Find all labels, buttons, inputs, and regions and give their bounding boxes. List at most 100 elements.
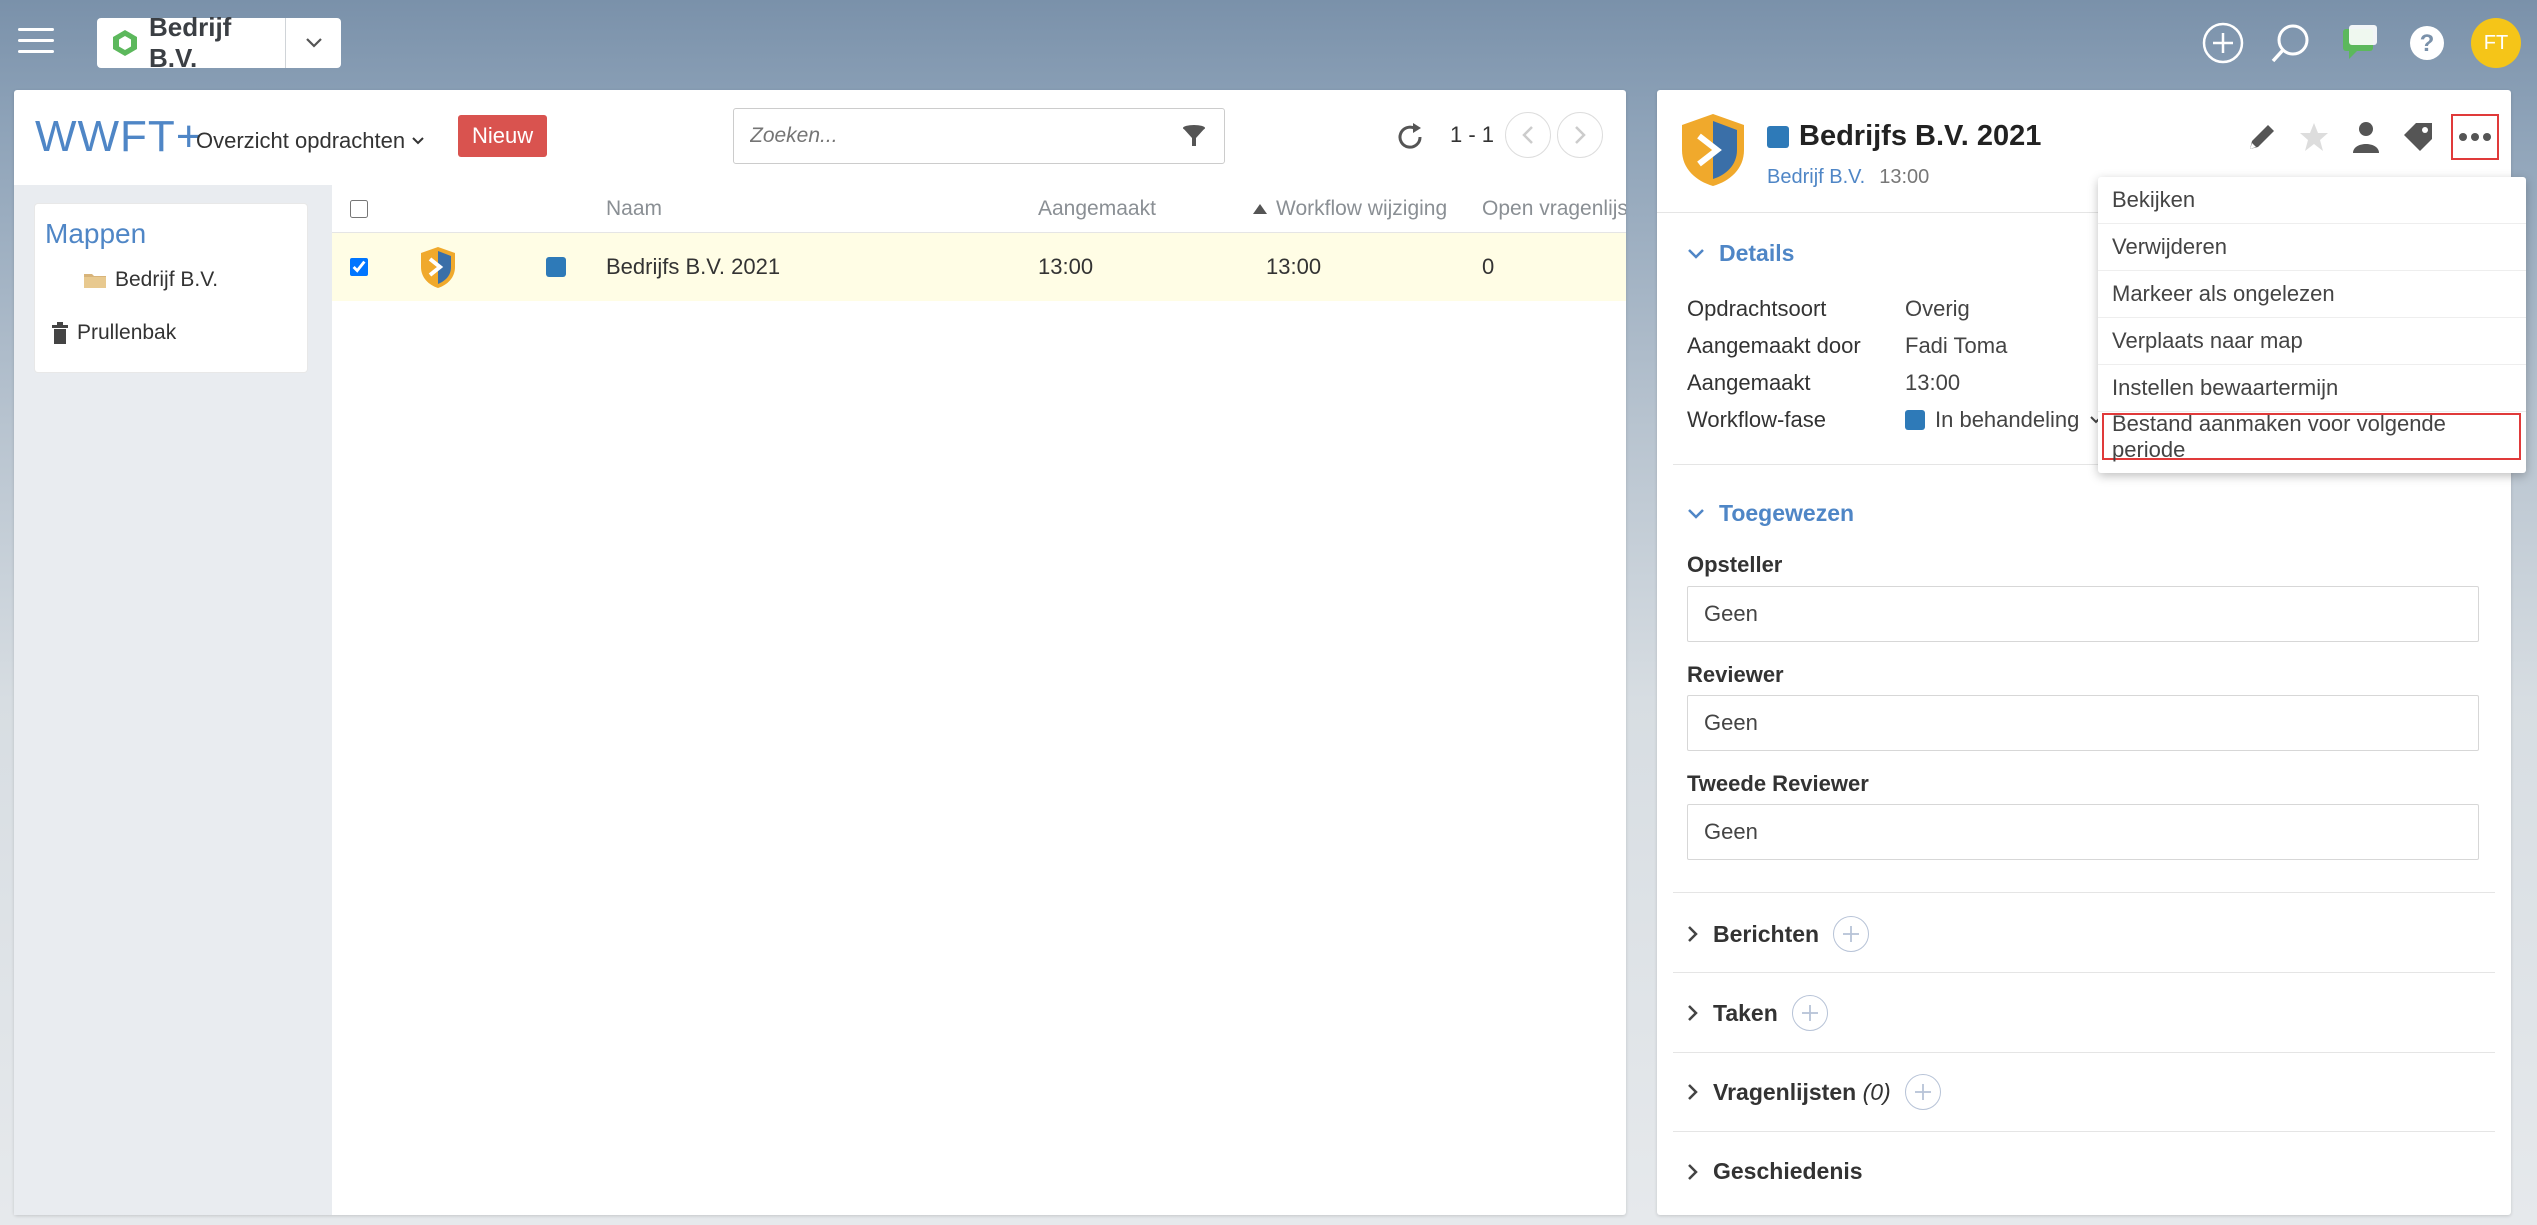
type-value: Overig	[1905, 295, 1970, 321]
detail-title: Bedrijfs B.V. 2021	[1767, 120, 2041, 153]
top-bar: Bedrijf B.V. ? FT	[0, 0, 2537, 88]
view-name: Overzicht opdrachten	[196, 128, 406, 153]
more-options-button[interactable]	[2451, 114, 2499, 160]
row-workflow-change: 13:00	[1266, 254, 1322, 279]
app-title: WWFT+	[35, 112, 203, 161]
details-header: Details	[1719, 240, 1795, 266]
search-input[interactable]	[734, 124, 1174, 148]
folder-item[interactable]: Bedrijf B.V.	[83, 268, 218, 292]
filter-icon[interactable]	[1174, 124, 1214, 148]
chevron-down-icon[interactable]	[285, 18, 341, 68]
details-grid: Opdrachtsoort Overig Aangemaakt door Fad…	[1687, 290, 2103, 438]
view-selector[interactable]: Overzicht opdrachten	[196, 128, 425, 154]
star-icon[interactable]	[2295, 115, 2333, 159]
questionnaires-section-toggle[interactable]: Vragenlijsten (0)	[1687, 1074, 1941, 1110]
status-badge	[1767, 125, 1789, 148]
created-value: 13:00	[1905, 369, 1961, 395]
assigned-section-toggle[interactable]: Toegewezen	[1687, 500, 1854, 527]
divider	[1673, 892, 2495, 893]
created-by-value: Fadi Toma	[1905, 332, 2008, 358]
folders-title: Mappen	[45, 218, 147, 249]
menu-item-retention-period[interactable]: Instellen bewaartermijn	[2098, 365, 2526, 412]
chevron-right-icon	[1688, 1163, 1698, 1180]
divider	[1673, 972, 2495, 973]
status-badge	[546, 257, 566, 277]
trash-label: Prullenbak	[77, 321, 177, 344]
company-link[interactable]: Bedrijf B.V.	[1767, 166, 1865, 189]
next-page-button[interactable]	[1557, 112, 1603, 158]
detail-actions	[2243, 114, 2499, 160]
table-row[interactable]: Bedrijfs B.V. 2021 13:00 13:00 0	[332, 233, 1626, 301]
add-message-button[interactable]	[1833, 916, 1870, 952]
menu-item-delete[interactable]: Verwijderen	[2098, 224, 2526, 271]
questionnaires-label: Vragenlijsten (0)	[1713, 1079, 1891, 1106]
search-box	[733, 108, 1225, 164]
messages-section-toggle[interactable]: Berichten	[1687, 916, 1870, 952]
assignments-table: Naam Aangemaakt Workflow wijziging Open …	[332, 185, 1626, 1215]
trash-item[interactable]: Prullenbak	[51, 321, 176, 345]
edit-pencil-icon[interactable]	[2243, 115, 2281, 159]
preparer-field[interactable]: Geen	[1687, 586, 2479, 642]
list-panel: WWFT+ Overzicht opdrachten Nieuw 1 - 1 M…	[14, 90, 1626, 1215]
wwft-shield-icon	[1682, 114, 1744, 186]
chevron-right-icon	[1688, 1005, 1698, 1021]
created-label: Aangemaakt	[1687, 369, 1811, 395]
more-options-menu: Bekijken Verwijderen Markeer als ongelez…	[2098, 177, 2526, 473]
tag-icon[interactable]	[2399, 115, 2437, 159]
tasks-section-toggle[interactable]: Taken	[1687, 995, 1828, 1031]
phase-selector[interactable]: In behandeling	[1905, 407, 2103, 433]
row-created: 13:00	[1038, 254, 1094, 279]
row-checkbox[interactable]	[350, 258, 368, 276]
column-workflow-change-label: Workflow wijziging	[1276, 196, 1448, 220]
divider	[1673, 1131, 2495, 1132]
add-task-button[interactable]	[1791, 995, 1828, 1031]
avatar[interactable]: FT	[2471, 18, 2521, 68]
second-reviewer-field[interactable]: Geen	[1687, 804, 2479, 860]
refresh-icon[interactable]	[1393, 120, 1427, 154]
phase-value: In behandeling	[1935, 406, 2080, 432]
questionnaires-label-text: Vragenlijsten	[1713, 1078, 1857, 1105]
chevron-down-icon	[1688, 508, 1704, 519]
previous-page-button[interactable]	[1505, 112, 1551, 158]
menu-item-create-next-period[interactable]: Bestand aanmaken voor volgende periode	[2102, 411, 2521, 462]
second-reviewer-label: Tweede Reviewer	[1687, 771, 1869, 796]
assigned-header: Toegewezen	[1719, 500, 1855, 526]
plus-circle-icon[interactable]	[2199, 19, 2247, 67]
questionnaires-count: (0)	[1862, 1078, 1891, 1105]
detail-subtitle: Bedrijf B.V. 13:00	[1767, 166, 1929, 189]
wwft-shield-icon	[418, 233, 458, 301]
reviewer-field[interactable]: Geen	[1687, 695, 2479, 751]
detail-title-text: Bedrijfs B.V. 2021	[1799, 120, 2042, 152]
trash-icon	[52, 322, 68, 344]
chevron-down-icon	[412, 137, 424, 145]
chat-icon[interactable]	[2335, 19, 2383, 67]
history-label: Geschiedenis	[1713, 1158, 1863, 1184]
company-switcher[interactable]: Bedrijf B.V.	[97, 12, 341, 73]
chevron-down-icon	[1688, 248, 1704, 259]
details-section-toggle[interactable]: Details	[1687, 240, 1794, 267]
user-icon[interactable]	[2347, 115, 2385, 159]
company-name: Bedrijf B.V.	[149, 12, 232, 73]
column-created[interactable]: Aangemaakt	[1038, 185, 1156, 232]
menu-item-move-to-folder[interactable]: Verplaats naar map	[2098, 318, 2526, 365]
column-open-questionnaires[interactable]: Open vragenlijsten	[1482, 185, 1626, 232]
help-icon[interactable]: ?	[2403, 19, 2451, 67]
column-workflow-change[interactable]: Workflow wijziging	[1252, 185, 1447, 232]
folder-icon	[84, 274, 106, 288]
type-label: Opdrachtsoort	[1687, 295, 1827, 321]
company-logo-icon	[113, 30, 137, 56]
menu-item-mark-unread[interactable]: Markeer als ongelezen	[2098, 271, 2526, 318]
messages-label: Berichten	[1713, 920, 1820, 947]
search-icon[interactable]	[2267, 19, 2315, 67]
status-badge	[1905, 409, 1925, 430]
add-questionnaire-button[interactable]	[1904, 1074, 1941, 1110]
hamburger-menu-icon[interactable]	[18, 28, 54, 56]
select-all-checkbox[interactable]	[350, 199, 368, 218]
folder-name: Bedrijf B.V.	[115, 268, 219, 291]
menu-item-view[interactable]: Bekijken	[2098, 177, 2526, 224]
list-header: WWFT+ Overzicht opdrachten Nieuw 1 - 1	[14, 90, 1626, 185]
column-name[interactable]: Naam	[606, 185, 662, 232]
new-button[interactable]: Nieuw	[458, 115, 548, 157]
history-section-toggle[interactable]: Geschiedenis	[1687, 1158, 1863, 1185]
folder-tree: Mappen Bedrijf B.V. Prullenbak	[35, 204, 307, 372]
